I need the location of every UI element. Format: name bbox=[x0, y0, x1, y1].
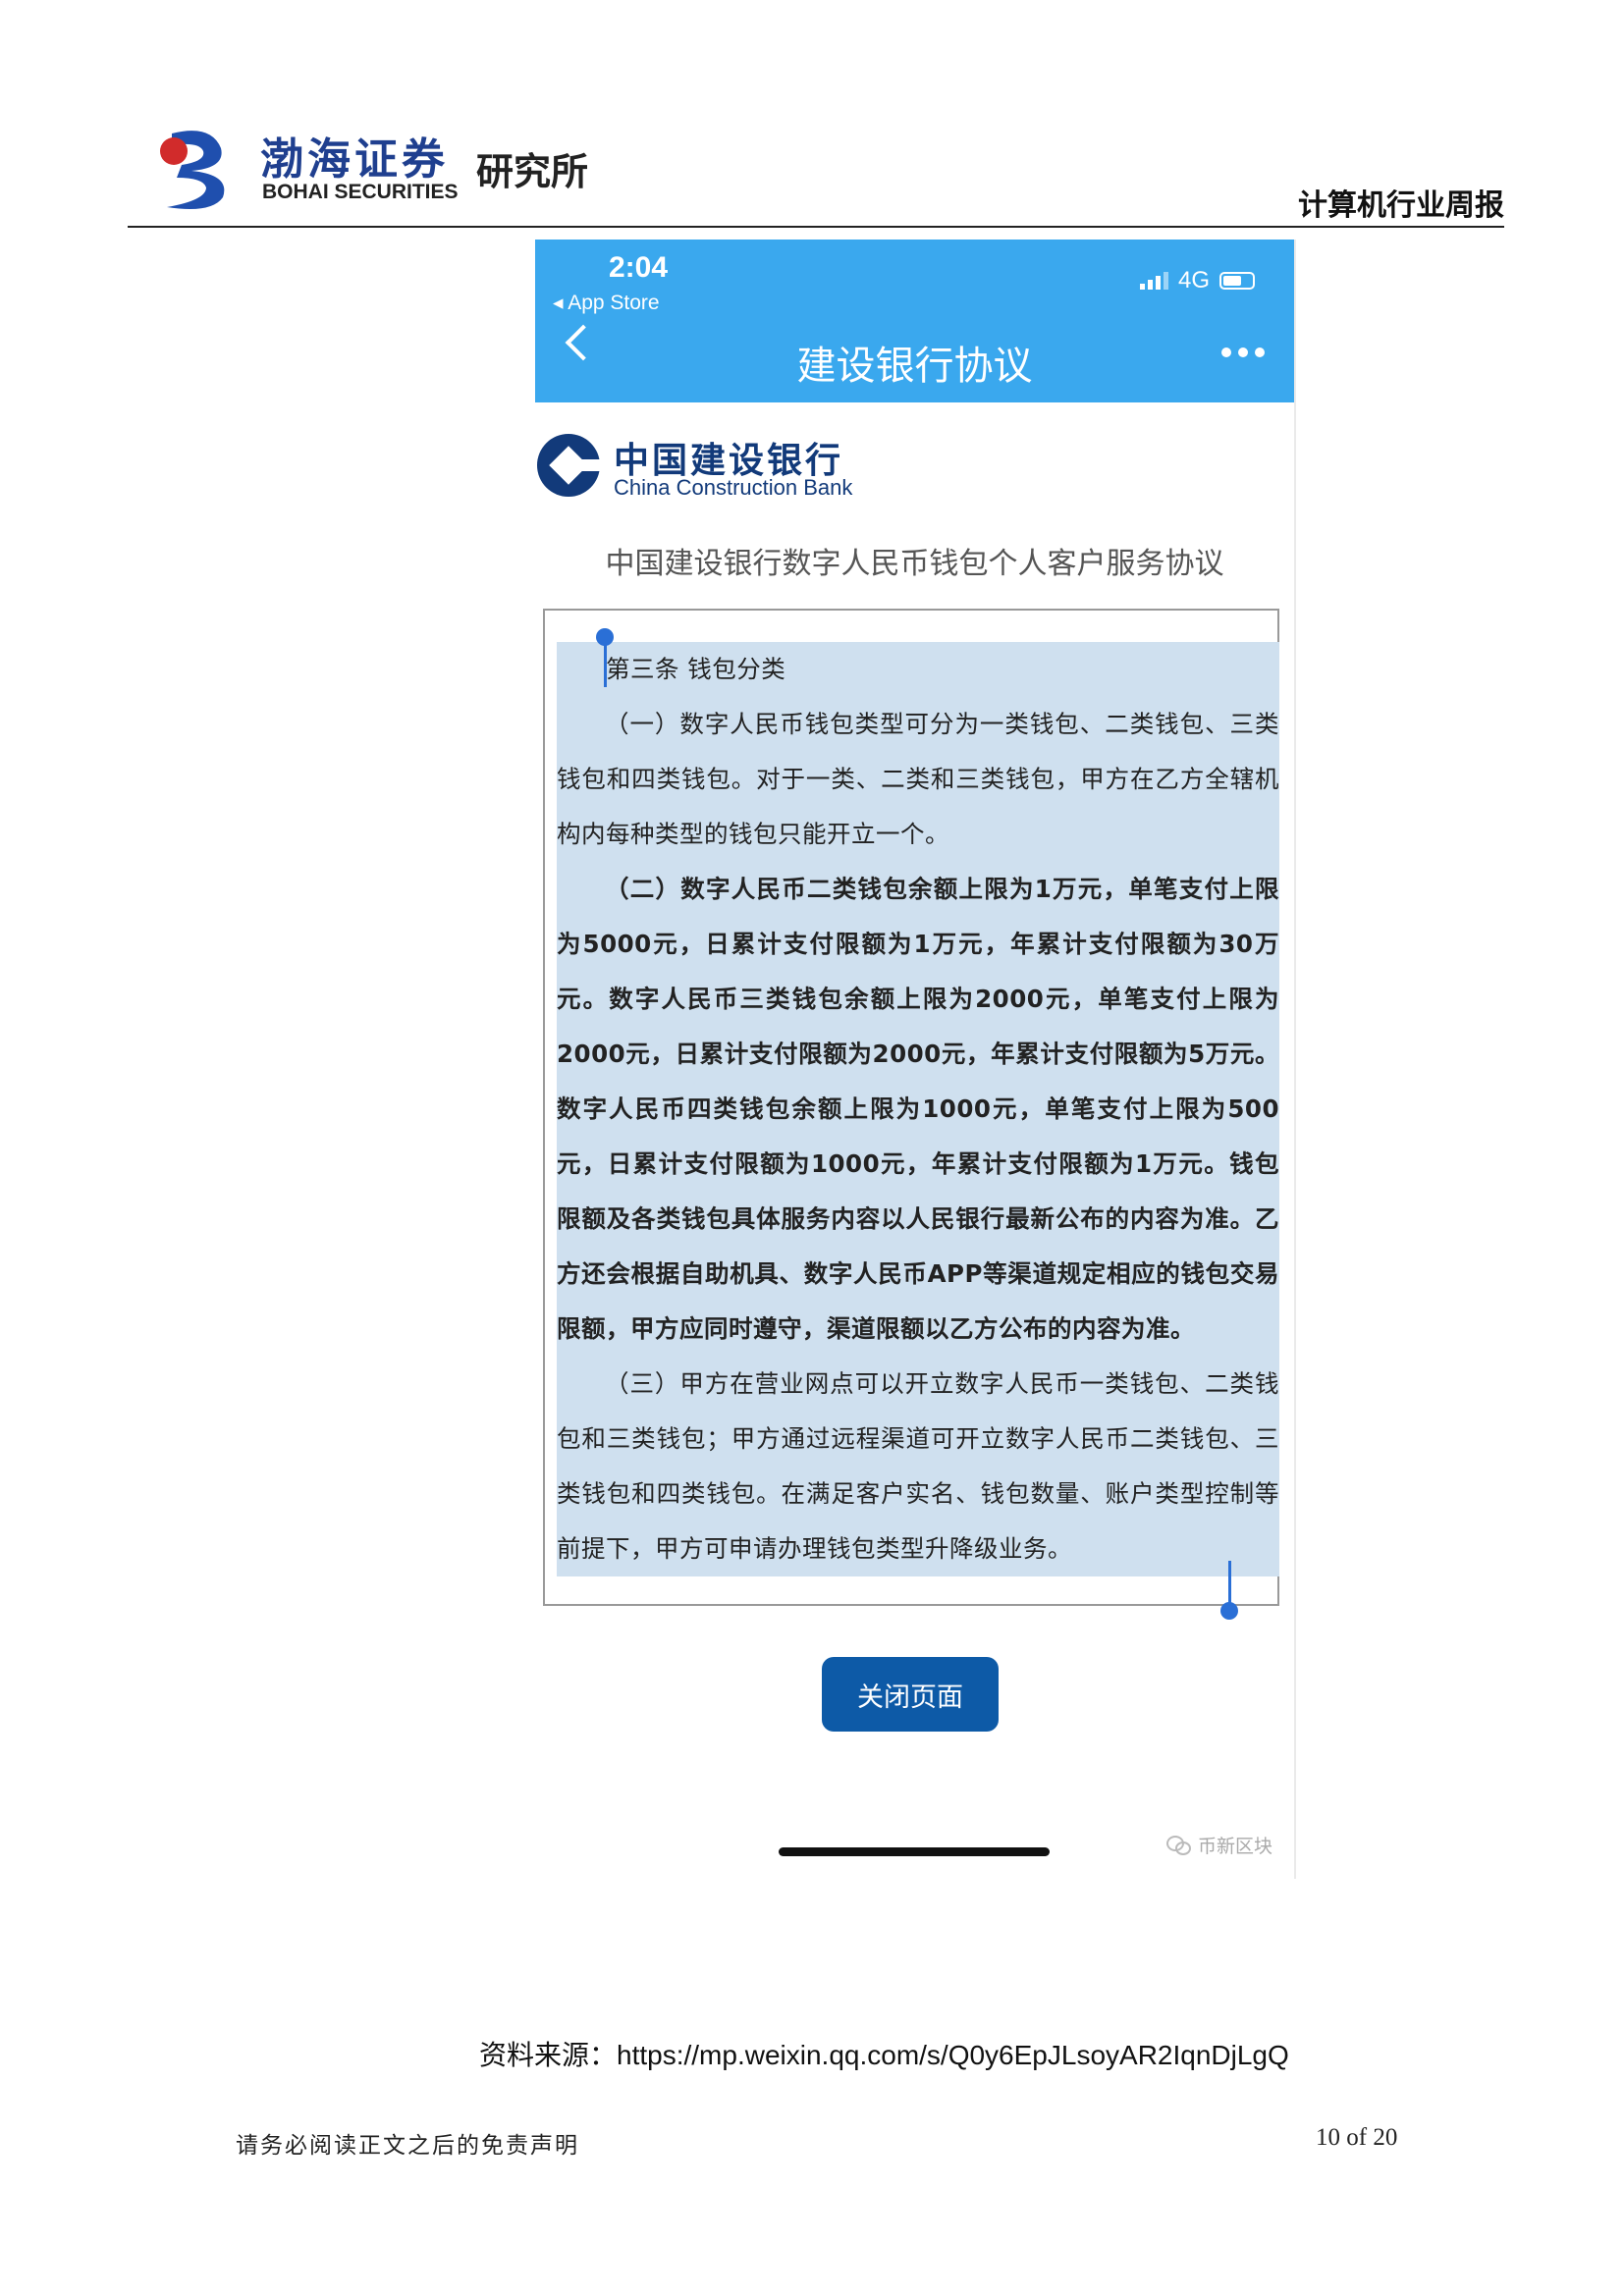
status-indicators: 4G bbox=[1139, 267, 1255, 294]
signal-icon bbox=[1139, 272, 1168, 290]
source-url-link[interactable]: https://mp.weixin.qq.com/s/Q0y6EpJLsoyAR… bbox=[617, 2040, 1289, 2070]
source-line: 资料来源：https://mp.weixin.qq.com/s/Q0y6EpJL… bbox=[479, 2034, 1289, 2073]
phone-header-bar: 2:04 ◂ App Store 4G 建设银行协议 bbox=[535, 240, 1294, 402]
phone-screenshot: 2:04 ◂ App Store 4G 建设银行协议 中国建设银行 China … bbox=[535, 240, 1296, 1879]
bohai-logo-icon bbox=[160, 131, 225, 210]
disclaimer-note: 请务必阅读正文之后的免责声明 bbox=[236, 2133, 579, 2159]
clause-heading: 第三条 钱包分类 bbox=[606, 655, 786, 683]
logo-english-name: BOHAI SECURITIES bbox=[262, 181, 459, 203]
close-page-button[interactable]: 关闭页面 bbox=[822, 1657, 999, 1732]
more-options-icon[interactable] bbox=[1221, 347, 1265, 357]
source-label: 资料来源： bbox=[479, 2039, 618, 2071]
nav-title: 建设银行协议 bbox=[796, 344, 1033, 389]
battery-icon bbox=[1219, 272, 1255, 290]
logo-institute: 研究所 bbox=[476, 150, 589, 193]
status-time: 2:04 bbox=[609, 251, 669, 284]
ccb-logo-icon bbox=[537, 434, 602, 497]
report-header: 渤海证券 BOHAI SECURITIES 研究所 计算机行业周报 bbox=[128, 118, 1504, 228]
ccb-logo: 中国建设银行 China Construction Bank bbox=[535, 432, 1026, 510]
clause-paragraph-2: （二）数字人民币二类钱包余额上限为1万元，单笔支付上限为5000元，日累计支付限… bbox=[557, 875, 1279, 1343]
bank-name-english: China Construction Bank bbox=[614, 475, 853, 500]
logo-chinese-name: 渤海证券 bbox=[260, 134, 449, 185]
home-indicator[interactable] bbox=[779, 1847, 1050, 1856]
back-to-app-store-link[interactable]: ◂ App Store bbox=[553, 291, 660, 315]
agreement-title: 中国建设银行数字人民币钱包个人客户服务协议 bbox=[605, 547, 1224, 581]
clause-paragraph-3: （三）甲方在营业网点可以开立数字人民币一类钱包、二类钱包和三类钱包；甲方通过远程… bbox=[557, 1369, 1279, 1563]
wechat-watermark: 币新区块 bbox=[1165, 1832, 1272, 1858]
report-type: 计算机行业周报 bbox=[1298, 188, 1504, 223]
bohai-logo: 渤海证券 BOHAI SECURITIES 研究所 bbox=[152, 124, 702, 212]
selection-end-handle[interactable] bbox=[1220, 1561, 1238, 1620]
clause-text-box: 第三条 钱包分类 （一）数字人民币钱包类型可分为一类钱包、二类钱包、三类钱包和四… bbox=[543, 609, 1279, 1620]
watermark-text: 币新区块 bbox=[1197, 1836, 1272, 1857]
clause-paragraph-1: （一）数字人民币钱包类型可分为一类钱包、二类钱包、三类钱包和四类钱包。对于一类、… bbox=[557, 710, 1279, 848]
wechat-icon bbox=[1165, 1835, 1192, 1855]
page-number: 10 of 20 bbox=[1316, 2124, 1398, 2151]
selected-clause-text[interactable]: 第三条 钱包分类 （一）数字人民币钱包类型可分为一类钱包、二类钱包、三类钱包和四… bbox=[557, 642, 1279, 1576]
selection-start-handle[interactable] bbox=[596, 628, 614, 687]
network-type: 4G bbox=[1177, 267, 1210, 294]
